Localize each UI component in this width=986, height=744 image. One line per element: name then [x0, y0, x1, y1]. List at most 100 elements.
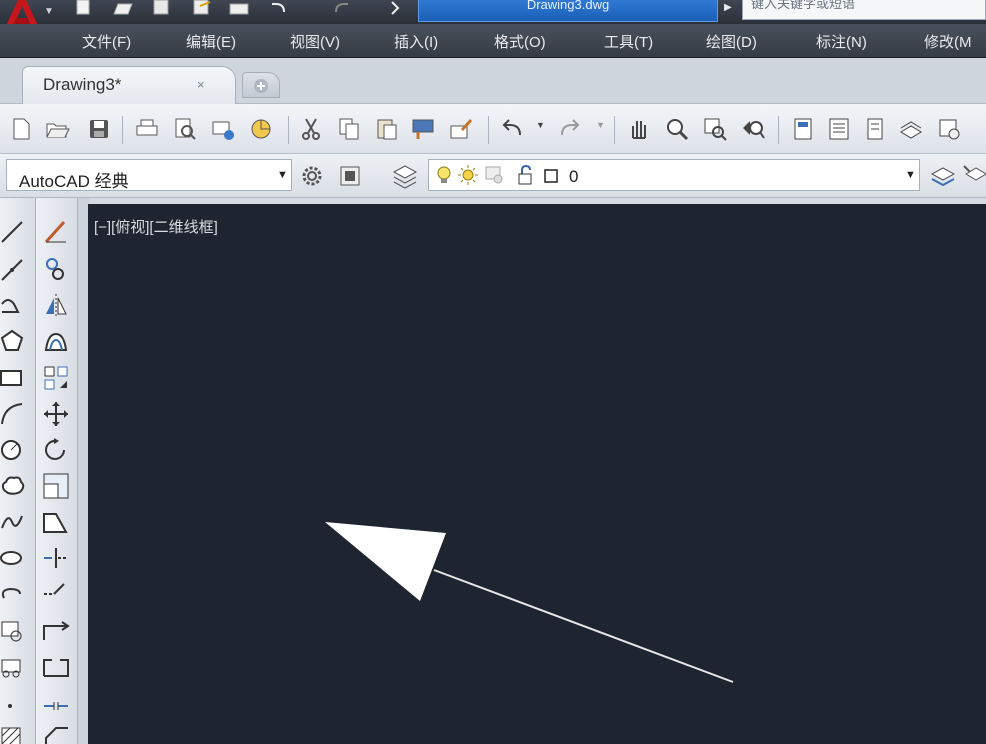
save-as-icon[interactable] [190, 0, 212, 16]
menu-file[interactable]: 文件(F) [82, 31, 131, 52]
point-icon[interactable] [0, 692, 28, 720]
gear-icon[interactable] [298, 162, 326, 190]
menu-dimension[interactable]: 标注(N) [816, 31, 867, 52]
undo-dropdown-icon[interactable]: ▼ [536, 120, 545, 130]
paste-icon[interactable] [374, 116, 400, 142]
polyline-icon[interactable] [0, 292, 28, 320]
make-layer-current-icon[interactable] [962, 162, 986, 190]
erase-icon[interactable] [42, 218, 70, 246]
ellipse-arc-icon[interactable] [0, 580, 28, 608]
polygon-icon[interactable] [0, 328, 28, 356]
toolbar-separator [288, 116, 289, 144]
mirror-icon[interactable] [42, 292, 70, 320]
menu-format[interactable]: 格式(O) [494, 31, 546, 52]
menu-tools[interactable]: 工具(T) [604, 31, 653, 52]
new-tab-button[interactable] [242, 72, 280, 98]
new-icon[interactable] [8, 116, 34, 142]
menu-insert[interactable]: 插入(I) [394, 31, 438, 52]
modify-toolbar [36, 198, 78, 744]
spline-icon[interactable] [0, 508, 28, 536]
pan-icon[interactable] [626, 116, 652, 142]
revision-cloud-icon[interactable] [0, 472, 28, 500]
plot-icon[interactable] [134, 116, 160, 142]
rotate-icon[interactable] [42, 436, 70, 464]
publish-icon[interactable] [210, 116, 236, 142]
markup-set-manager-icon[interactable] [936, 116, 962, 142]
undo-icon[interactable] [268, 0, 290, 16]
design-center-icon[interactable] [826, 116, 852, 142]
line-icon[interactable] [0, 218, 28, 246]
move-icon[interactable] [42, 400, 70, 428]
zoom-realtime-icon[interactable] [664, 116, 690, 142]
sheet-set-manager-icon[interactable] [898, 116, 924, 142]
redo-icon[interactable] [330, 0, 352, 16]
workspace-layers-bar: AutoCAD 经典 ▼ 0 ▼ [0, 154, 986, 198]
chamfer-icon[interactable] [42, 722, 70, 744]
trim-icon[interactable] [42, 544, 70, 572]
zoom-previous-icon[interactable] [740, 116, 766, 142]
redo-icon[interactable] [556, 116, 582, 142]
toolbar-separator [614, 116, 615, 144]
save-icon[interactable] [86, 116, 112, 142]
open-file-icon[interactable] [112, 0, 134, 16]
construction-line-icon[interactable] [0, 256, 28, 284]
ellipse-icon[interactable] [0, 544, 28, 572]
redo-dropdown-icon[interactable]: ▼ [596, 120, 605, 130]
viewport-freeze-icon [485, 166, 503, 184]
quick-access-more-icon[interactable] [386, 0, 404, 16]
workspace-lock-icon[interactable] [336, 162, 364, 190]
workspace-dropdown[interactable]: AutoCAD 经典 ▼ [6, 159, 292, 191]
unlock-icon [518, 164, 532, 185]
drawing-canvas[interactable]: [−][俯视][二维线框] [88, 204, 986, 744]
close-icon[interactable]: × [197, 77, 205, 92]
stretch-icon[interactable] [42, 508, 70, 536]
save-icon[interactable] [150, 0, 172, 16]
search-input[interactable]: 键入关键字或短语 [742, 0, 986, 20]
lightbulb-icon [437, 166, 451, 183]
document-title: Drawing3.dwg [418, 0, 718, 22]
layer-properties-icon[interactable] [390, 162, 420, 190]
tool-palettes-icon[interactable] [862, 116, 888, 142]
arc-icon[interactable] [0, 400, 28, 428]
properties-icon[interactable] [790, 116, 816, 142]
application-menu-dropdown-icon[interactable]: ▼ [44, 6, 54, 17]
open-icon[interactable] [44, 116, 70, 142]
make-block-icon[interactable] [0, 652, 28, 680]
break-icon[interactable] [42, 652, 70, 680]
array-icon[interactable] [42, 364, 70, 392]
cut-icon[interactable] [298, 116, 324, 142]
scale-icon[interactable] [42, 472, 70, 500]
copy-object-icon[interactable] [42, 256, 70, 284]
layer-state-icon[interactable] [928, 162, 958, 190]
chevron-down-icon: ▼ [277, 169, 288, 181]
zoom-window-icon[interactable] [702, 116, 728, 142]
circle-icon[interactable] [0, 436, 28, 464]
3d-dwf-icon[interactable] [248, 116, 274, 142]
title-dropdown-icon[interactable]: ▶ [724, 2, 732, 13]
undo-icon[interactable] [500, 116, 526, 142]
toolbar-separator [122, 116, 123, 144]
menu-edit[interactable]: 编辑(E) [186, 31, 236, 52]
rectangle-icon[interactable] [0, 364, 28, 392]
match-properties-icon[interactable] [410, 116, 436, 142]
tab-label: Drawing3* [43, 75, 122, 94]
plot-preview-icon[interactable] [172, 116, 198, 142]
menu-draw[interactable]: 绘图(D) [706, 31, 757, 52]
hatch-icon[interactable] [0, 722, 28, 744]
join-icon[interactable] [42, 692, 70, 720]
layer-dropdown[interactable]: 0 ▼ [428, 159, 920, 191]
tab-drawing3[interactable]: Drawing3* × [22, 66, 236, 104]
plot-icon[interactable] [228, 0, 250, 16]
draw-toolbar [0, 198, 36, 744]
copy-icon[interactable] [336, 116, 362, 142]
block-editor-icon[interactable] [448, 116, 474, 142]
break-at-point-icon[interactable] [42, 616, 70, 644]
menu-view[interactable]: 视图(V) [290, 31, 340, 52]
offset-icon[interactable] [42, 328, 70, 356]
title-bar: ▼ Drawing3.dwg ▶ 键入关键字或短语 [0, 0, 986, 30]
new-file-icon[interactable] [72, 0, 94, 16]
toolbar-separator [778, 116, 779, 144]
insert-block-icon[interactable] [0, 616, 28, 644]
extend-icon[interactable] [42, 580, 70, 608]
menu-modify[interactable]: 修改(M [924, 31, 972, 52]
